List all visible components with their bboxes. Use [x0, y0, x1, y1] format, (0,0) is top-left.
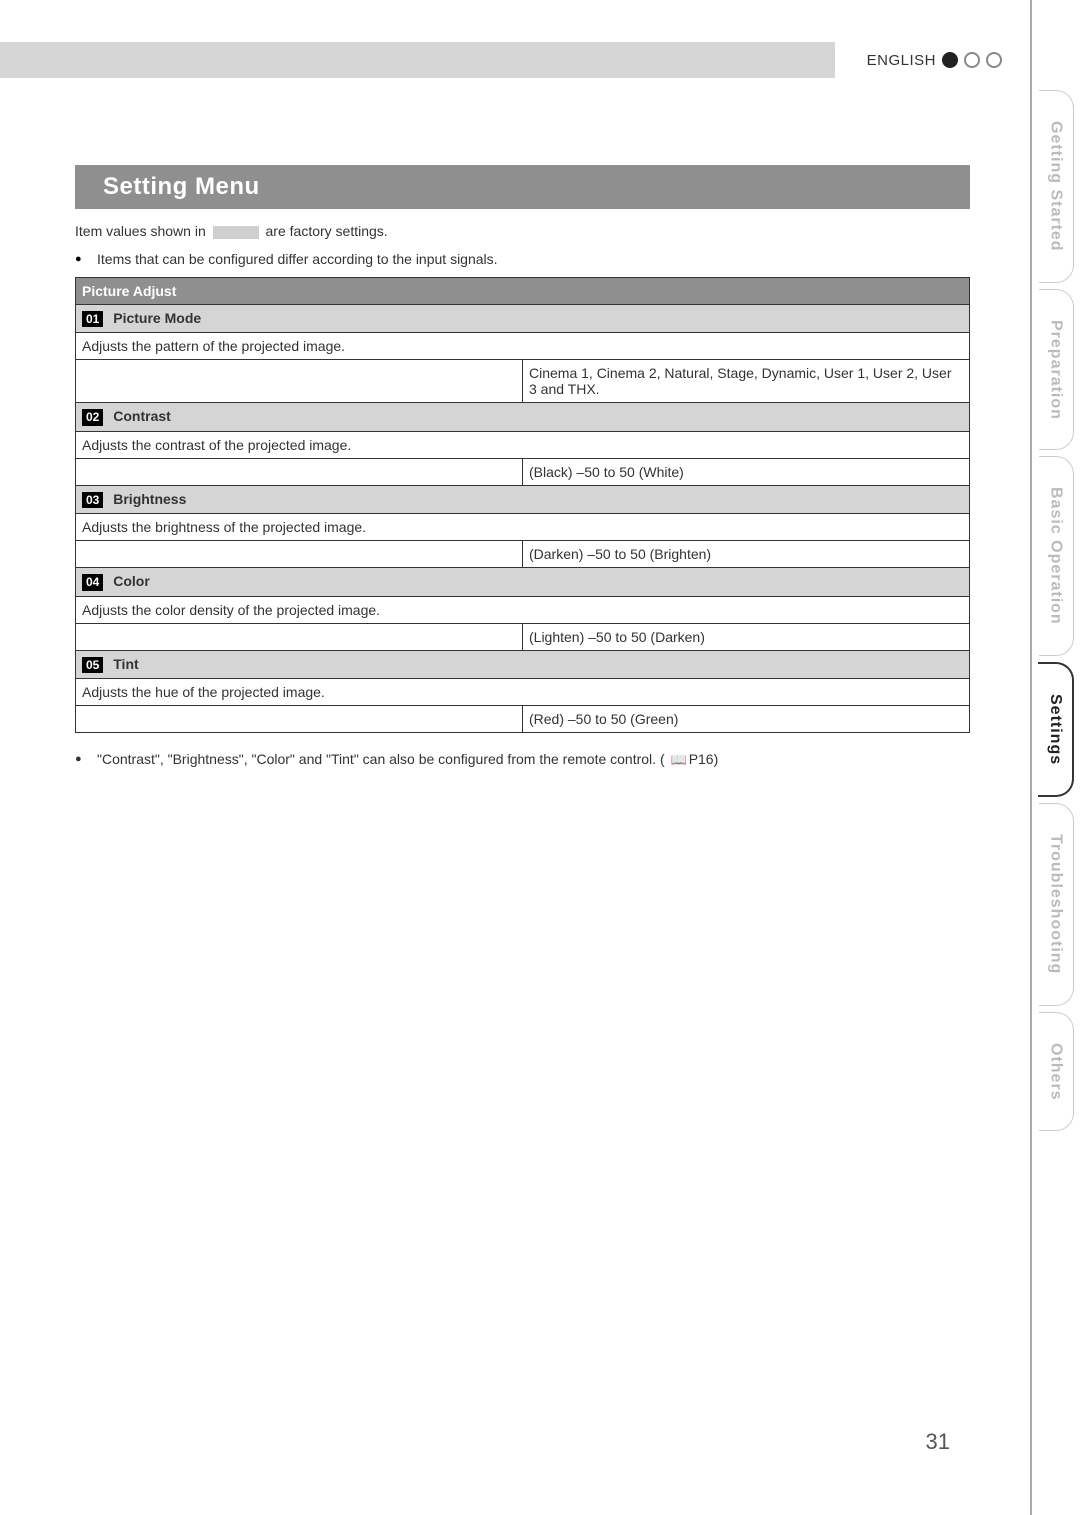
row-desc: Adjusts the color density of the project… — [76, 596, 970, 623]
row-number: 04 — [82, 574, 103, 590]
tab-others[interactable]: Others — [1039, 1012, 1074, 1132]
row-label: Tint — [113, 656, 138, 672]
row-value: (Lighten) –50 to 50 (Darken) — [523, 623, 970, 650]
tab-troubleshooting[interactable]: Troubleshooting — [1039, 803, 1074, 1005]
row-desc: Adjusts the pattern of the projected ima… — [76, 333, 970, 360]
footnote: "Contrast", "Brightness", "Color" and "T… — [97, 751, 970, 768]
table-section-header: Picture Adjust — [76, 278, 970, 305]
tab-basic-operation[interactable]: Basic Operation — [1039, 456, 1074, 656]
tab-getting-started[interactable]: Getting Started — [1039, 90, 1074, 283]
row-title: 03 Brightness — [76, 485, 970, 513]
tab-settings[interactable]: Settings — [1038, 662, 1074, 797]
row-label: Color — [113, 573, 150, 589]
language-label: ENGLISH — [867, 52, 936, 69]
language-indicator: ENGLISH — [867, 42, 1010, 78]
main-content: ENGLISH Setting Menu Item values shown i… — [0, 0, 1010, 1515]
note-line: Items that can be configured differ acco… — [97, 251, 970, 267]
factory-swatch-icon — [213, 226, 259, 239]
row-desc: Adjusts the contrast of the projected im… — [76, 431, 970, 458]
top-gray-bar — [0, 42, 835, 78]
settings-table: Picture Adjust 01 Picture Mode Adjusts t… — [75, 277, 970, 733]
page-number: 31 — [926, 1429, 950, 1455]
row-value: (Darken) –50 to 50 (Brighten) — [523, 541, 970, 568]
row-value: (Black) –50 to 50 (White) — [523, 458, 970, 485]
book-icon: 📖 — [671, 752, 687, 768]
dot-filled-icon — [942, 52, 958, 68]
tab-preparation[interactable]: Preparation — [1039, 289, 1074, 451]
footnote-page-ref: P16 — [689, 751, 714, 767]
row-label: Picture Mode — [113, 310, 201, 326]
row-number: 03 — [82, 492, 103, 508]
indent-cell — [76, 458, 523, 485]
row-value: Cinema 1, Cinema 2, Natural, Stage, Dyna… — [523, 360, 970, 403]
row-number: 01 — [82, 311, 103, 327]
row-title: 02 Contrast — [76, 403, 970, 431]
intro-suffix: are factory settings. — [266, 223, 388, 239]
row-title: 01 Picture Mode — [76, 305, 970, 333]
indent-cell — [76, 360, 523, 403]
row-desc: Adjusts the brightness of the projected … — [76, 514, 970, 541]
row-desc: Adjusts the hue of the projected image. — [76, 678, 970, 705]
indent-cell — [76, 623, 523, 650]
row-label: Brightness — [113, 491, 186, 507]
indent-cell — [76, 705, 523, 732]
dot-open-icon — [986, 52, 1002, 68]
row-title: 05 Tint — [76, 650, 970, 678]
side-tabs: Getting Started Preparation Basic Operat… — [1030, 0, 1080, 1515]
row-number: 05 — [82, 657, 103, 673]
row-value: (Red) –50 to 50 (Green) — [523, 705, 970, 732]
footnote-text: "Contrast", "Brightness", "Color" and "T… — [97, 751, 665, 767]
dot-open-icon — [964, 52, 980, 68]
section-heading: Setting Menu — [75, 165, 970, 209]
intro-prefix: Item values shown in — [75, 223, 210, 239]
intro-line: Item values shown in are factory setting… — [75, 223, 970, 239]
row-number: 02 — [82, 409, 103, 425]
footnote-close: ) — [714, 751, 719, 767]
row-title: 04 Color — [76, 568, 970, 596]
row-label: Contrast — [113, 408, 171, 424]
indent-cell — [76, 541, 523, 568]
